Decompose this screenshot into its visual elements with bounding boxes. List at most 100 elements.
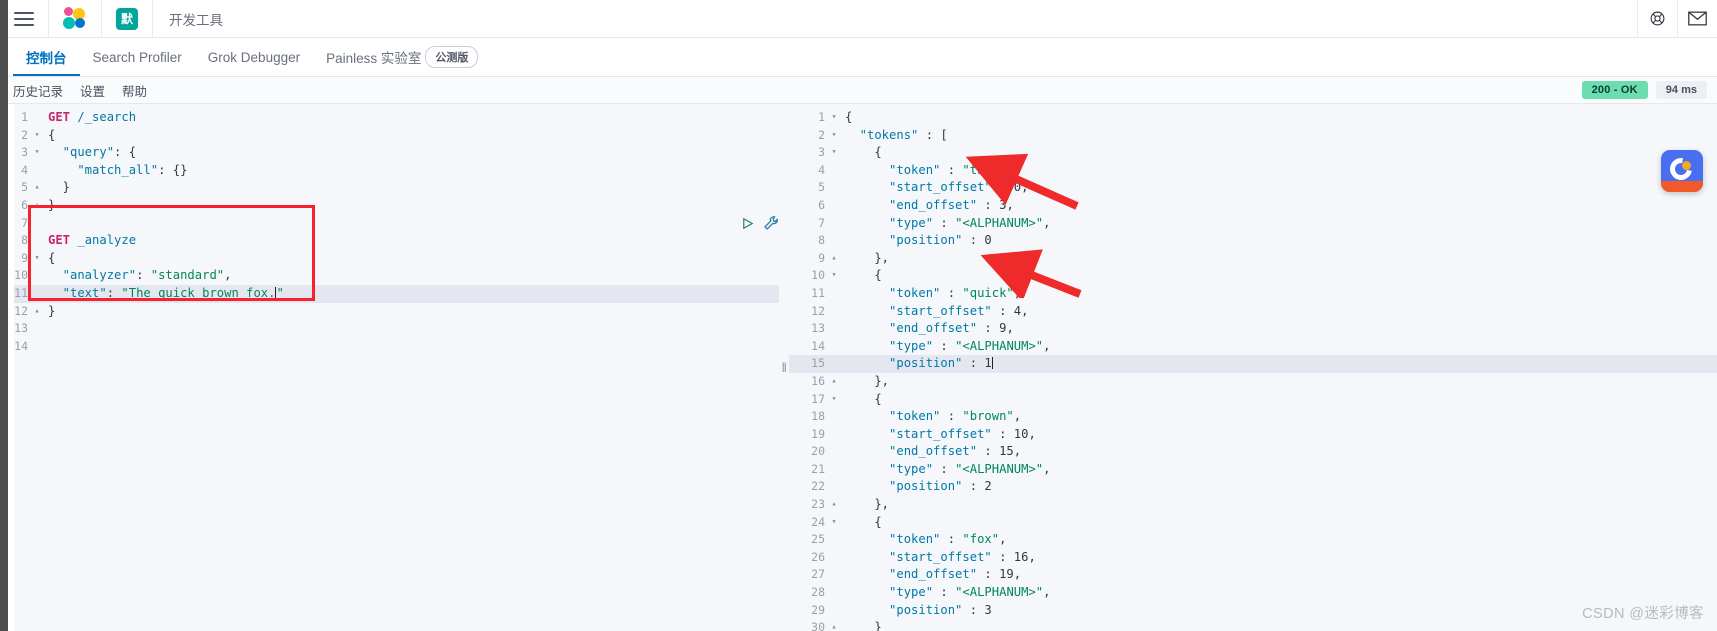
pane-splitter[interactable]: ‖ — [779, 104, 789, 631]
tab-search-profiler[interactable]: Search Profiler — [80, 38, 195, 76]
code-token: : — [940, 162, 963, 177]
code-token: "query" — [48, 145, 115, 160]
code-token: { — [845, 145, 882, 160]
code-text: { — [42, 250, 779, 268]
request-settings-button[interactable] — [763, 215, 779, 231]
settings-button[interactable]: 设置 — [80, 81, 105, 100]
code-token: { — [48, 127, 56, 142]
hamburger-icon — [14, 11, 34, 26]
fold-toggle-icon[interactable]: ▾ — [32, 250, 42, 268]
feedback-mail-button[interactable] — [1677, 0, 1717, 37]
fold-toggle-icon[interactable]: ▴ — [32, 179, 42, 197]
code-line: 17 ▾ { — [789, 391, 1717, 409]
code-line: 1 GET /_search — [0, 109, 779, 127]
code-text: "query": { — [42, 144, 779, 162]
line-number: 4 — [818, 162, 825, 177]
fold-toggle-icon[interactable]: ▾ — [32, 144, 42, 162]
space-selector-button[interactable]: 默 — [102, 0, 153, 37]
code-text: "type" : "<ALPHANUM>", — [839, 584, 1717, 602]
elastic-logo-icon — [63, 6, 87, 31]
code-text: { — [42, 127, 779, 145]
chat-assistant-widget[interactable] — [1661, 150, 1703, 192]
fold-toggle-icon[interactable]: ▾ — [829, 127, 839, 145]
tab-grok-debugger-label: Grok Debugger — [207, 49, 301, 65]
editor-left-margin — [8, 104, 14, 631]
code-token: , — [1043, 215, 1051, 230]
code-token: { — [845, 110, 853, 124]
code-text: }, — [839, 373, 1717, 391]
code-token: "<ALPHANUM>" — [955, 585, 1044, 600]
app-root: 默 开发工具 控制台 Search Profiler Grok Debugger… — [0, 0, 1717, 631]
fold-toggle-icon[interactable]: ▾ — [829, 109, 839, 127]
code-token: : — [933, 215, 956, 230]
fold-toggle-icon[interactable]: ▴ — [32, 197, 42, 215]
tab-painless-lab[interactable]: Painless 实验室 公测版 — [313, 38, 491, 76]
play-request-button[interactable] — [740, 216, 755, 231]
code-text: } — [42, 303, 779, 321]
fold-toggle-icon[interactable]: ▴ — [829, 373, 839, 391]
line-number: 18 — [811, 409, 825, 424]
code-token: : — [977, 197, 1000, 212]
fold-toggle-icon[interactable]: ▾ — [829, 144, 839, 162]
code-token: "position" — [845, 233, 963, 248]
code-text: "end_offset" : 19, — [839, 566, 1717, 584]
primary-tab-strip: 控制台 Search Profiler Grok Debugger Painle… — [0, 38, 1717, 77]
fold-toggle-icon[interactable]: ▴ — [32, 303, 42, 321]
code-token: { — [845, 268, 882, 283]
request-editor-pane[interactable]: 1 GET /_search 2 ▾{3 ▾ "query": {4 "match_al… — [0, 104, 779, 631]
code-token: : — [933, 461, 956, 476]
elastic-logo-button[interactable] — [49, 0, 102, 37]
code-line: 10 ▾ { — [789, 267, 1717, 285]
code-line: 3 ▾ { — [789, 144, 1717, 162]
code-token: "brown" — [962, 409, 1014, 424]
help-button[interactable] — [1637, 0, 1677, 37]
line-number: 19 — [811, 426, 825, 441]
history-button[interactable]: 历史记录 — [13, 81, 63, 100]
fold-toggle-icon[interactable]: ▴ — [829, 619, 839, 631]
chrome-right-group — [1637, 0, 1717, 37]
response-time-badge: 94 ms — [1655, 81, 1707, 99]
code-token: GET — [48, 233, 71, 248]
fold-toggle-icon[interactable]: ▾ — [829, 267, 839, 285]
code-token: "end_offset" — [845, 321, 978, 336]
help-link[interactable]: 帮助 — [122, 81, 147, 100]
code-text: } — [42, 179, 779, 197]
line-number: 25 — [811, 532, 825, 547]
tab-grok-debugger[interactable]: Grok Debugger — [195, 38, 313, 76]
code-token: "quick" — [962, 285, 1014, 300]
tab-console[interactable]: 控制台 — [13, 38, 80, 76]
editor-panes: 1 GET /_search 2 ▾{3 ▾ "query": {4 "match_al… — [0, 104, 1717, 631]
code-line: 10 "analyzer": "standard", — [0, 267, 779, 285]
code-line: 15 "position" : 1 — [789, 355, 1717, 373]
line-number: 2 — [818, 127, 825, 142]
fold-toggle-icon[interactable]: ▴ — [829, 496, 839, 514]
fold-toggle-icon[interactable]: ▴ — [829, 250, 839, 268]
line-number: 23 — [811, 497, 825, 512]
line-number: 15 — [811, 356, 825, 371]
mail-feedback-icon — [1688, 11, 1707, 26]
code-token: "token" — [845, 162, 941, 177]
fold-toggle-icon[interactable]: ▾ — [829, 514, 839, 532]
page-title: 开发工具 — [169, 12, 223, 28]
response-editor-pane[interactable]: 1 ▾ {2 ▾ "tokens" : [3 ▾ {4 "token" : "the",… — [789, 104, 1717, 631]
beta-badge: 公测版 — [425, 46, 479, 68]
fold-toggle-icon[interactable]: ▾ — [829, 391, 839, 409]
code-line: 5 ▴ } — [0, 179, 779, 197]
code-text: "tokens" : [ — [839, 127, 1717, 145]
code-token: }, — [845, 250, 890, 265]
code-token: : — [991, 180, 1014, 195]
code-text: { — [839, 109, 1717, 127]
request-code[interactable]: 1 GET /_search 2 ▾{3 ▾ "query": {4 "match_al… — [0, 109, 779, 631]
code-text: "position" : 0 — [839, 232, 1717, 250]
line-number: 10 — [811, 268, 825, 283]
code-line: 27 "end_offset" : 19, — [789, 566, 1717, 584]
code-text: "match_all": {} — [42, 162, 779, 180]
code-token: " — [276, 285, 284, 300]
fold-toggle-icon[interactable]: ▾ — [32, 127, 42, 145]
code-token: , — [999, 532, 1007, 547]
code-token: : {} — [158, 162, 188, 177]
code-token: , — [1013, 444, 1022, 459]
code-text: "position" : 2 — [839, 478, 1717, 496]
window-left-edge — [0, 0, 8, 631]
code-text: "token" : "the", — [839, 162, 1717, 180]
